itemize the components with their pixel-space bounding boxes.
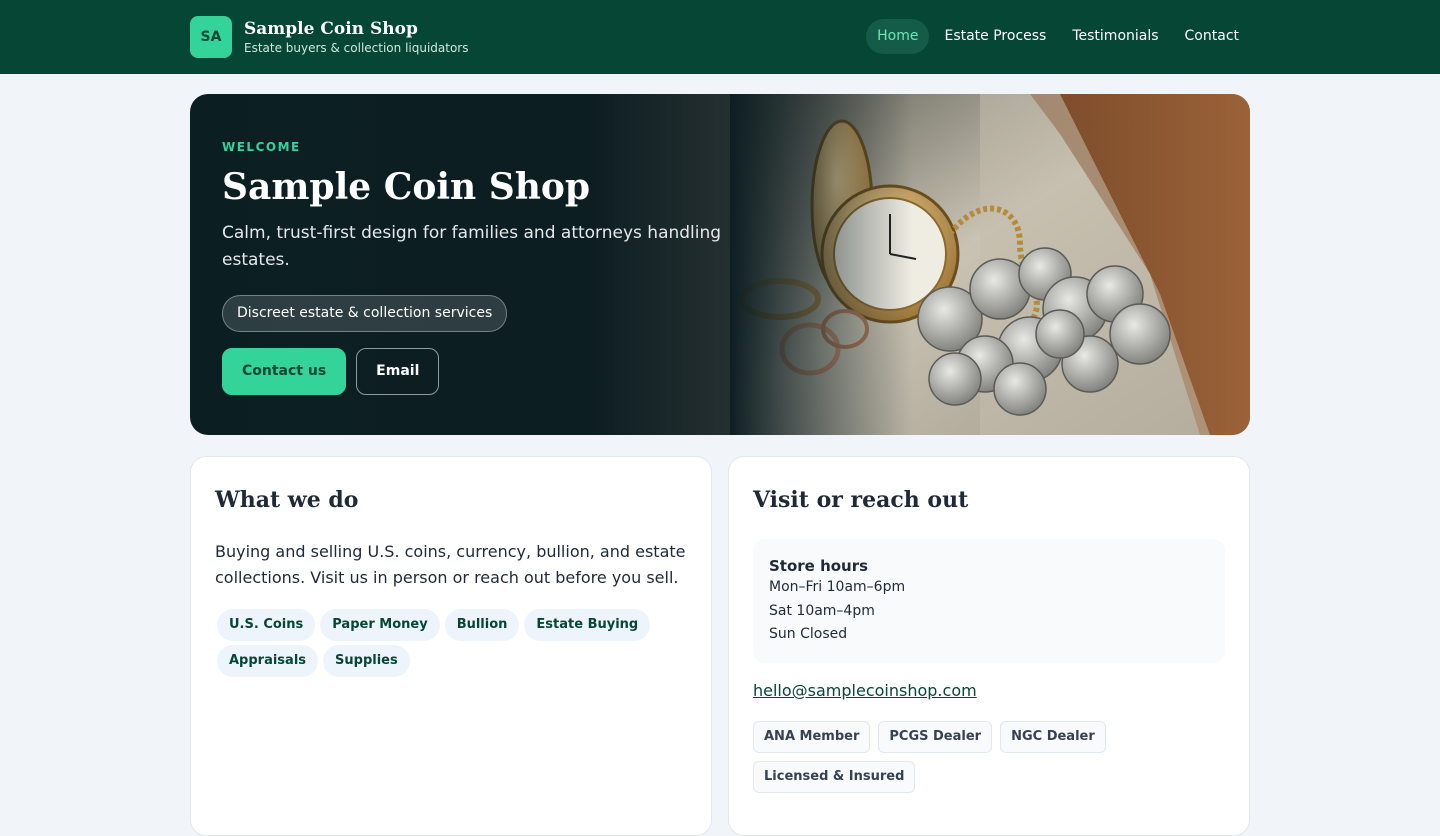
service-tag: Estate Buying: [524, 609, 651, 641]
brand-tagline: Estate buyers & collection liquidators: [244, 41, 469, 55]
hero-subtitle: Calm, trust-first design for families an…: [222, 223, 722, 270]
service-tag: Bullion: [444, 609, 520, 641]
credential-badges: ANA Member PCGS Dealer NGC Dealer Licens…: [753, 721, 1133, 793]
service-tag: Supplies: [323, 645, 410, 677]
credential-badge: PCGS Dealer: [878, 721, 993, 753]
service-tag: U.S. Coins: [217, 609, 316, 641]
service-tag: Paper Money: [320, 609, 440, 641]
store-hours-line: Sat 10am–4pm: [769, 602, 875, 619]
hero-pill-badge: Discreet estate & collection services: [222, 295, 508, 332]
email-button[interactable]: Email: [356, 348, 440, 395]
hero-image: [730, 94, 1250, 435]
main-nav: Home Estate Process Testimonials Contact: [866, 19, 1250, 54]
service-tag: Appraisals: [217, 645, 319, 677]
hero-title: Sample Coin Shop: [222, 166, 591, 208]
brand[interactable]: SA Sample Coin Shop Estate buyers & coll…: [190, 16, 469, 58]
email-link[interactable]: hello@samplecoinshop.com: [753, 681, 977, 700]
nav-item-testimonials[interactable]: Testimonials: [1061, 19, 1169, 54]
visit-title: Visit or reach out: [753, 487, 969, 513]
hero-buttons: Contact us Email: [222, 348, 742, 395]
site-header: SA Sample Coin Shop Estate buyers & coll…: [0, 0, 1440, 74]
store-hours-title: Store hours: [769, 557, 869, 575]
store-hours-line: Sun Closed: [769, 626, 848, 642]
contact-us-button[interactable]: Contact us: [222, 348, 347, 395]
credential-badge: Licensed & Insured: [753, 761, 916, 793]
store-hours-line: Mon–Fri 10am–6pm: [769, 579, 906, 595]
visit-card: Visit or reach out Store hours Mon–Fri 1…: [728, 456, 1250, 836]
nav-item-estate-process[interactable]: Estate Process: [933, 19, 1057, 54]
what-we-do-card: What we do Buying and selling U.S. coins…: [190, 456, 712, 836]
hero-content: WELCOME Sample Coin Shop Calm, trust-fir…: [222, 140, 742, 395]
brand-text: Sample Coin Shop Estate buyers & collect…: [244, 18, 469, 56]
nav-item-contact[interactable]: Contact: [1174, 19, 1250, 54]
service-tags: U.S. Coins Paper Money Bullion Estate Bu…: [217, 609, 687, 677]
credential-badge: ANA Member: [753, 721, 871, 753]
what-we-do-title: What we do: [215, 487, 359, 513]
credential-badge: NGC Dealer: [1000, 721, 1106, 753]
logo-badge: SA: [190, 16, 232, 58]
brand-name: Sample Coin Shop: [244, 19, 418, 39]
store-hours-box: Store hours Mon–Fri 10am–6pm Sat 10am–4p…: [753, 539, 1225, 663]
hero-banner: WELCOME Sample Coin Shop Calm, trust-fir…: [190, 94, 1250, 435]
nav-item-home[interactable]: Home: [866, 19, 930, 54]
hero-eyebrow: WELCOME: [222, 140, 301, 154]
what-we-do-body: Buying and selling U.S. coins, currency,…: [215, 542, 686, 587]
